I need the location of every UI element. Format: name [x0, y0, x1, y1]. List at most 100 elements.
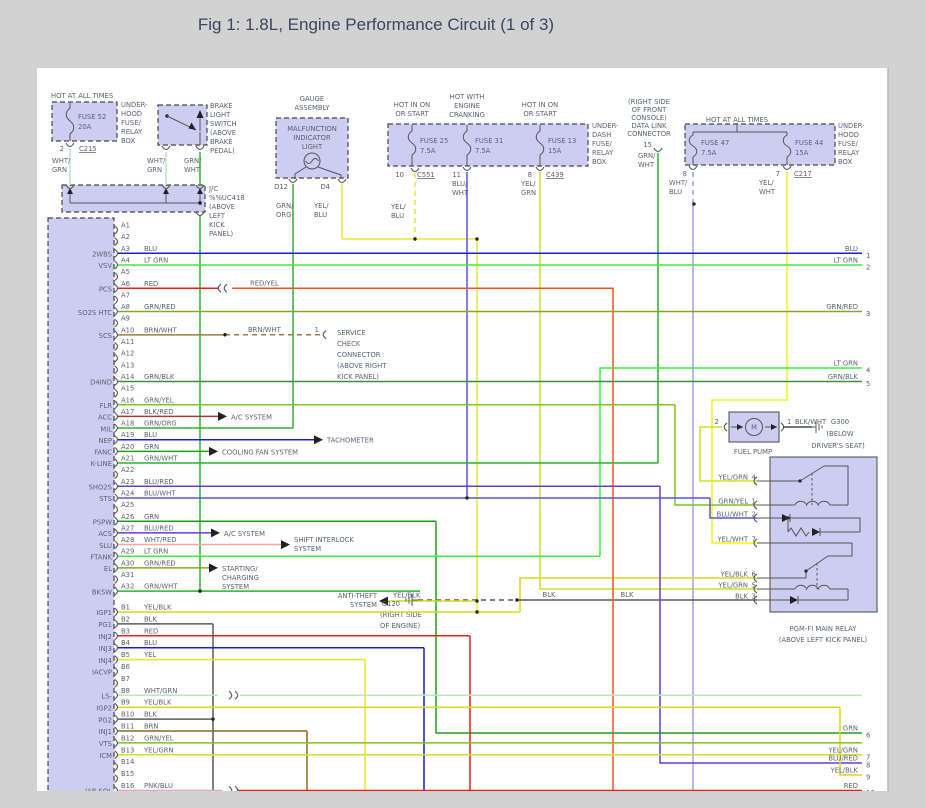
exit-number: 6	[866, 732, 870, 740]
fuse44-amps: 15A	[795, 149, 809, 157]
shift-interlock-label: SHIFT INTERLOCK	[294, 536, 354, 544]
fuse52-name: FUSE 52	[78, 113, 106, 121]
junction-dot	[198, 201, 201, 204]
exit-number: 2	[866, 263, 870, 271]
wire-color-label: BLK	[144, 615, 157, 623]
junction-dot	[475, 599, 478, 602]
underdash-box-label: UNDER-	[592, 122, 619, 130]
pin-id: A16	[121, 396, 134, 404]
pin-signal-label: 2WBS	[92, 251, 112, 259]
wire-color-label: GRN/RED	[144, 303, 176, 311]
anti-theft-label: SYSTEM	[350, 601, 377, 609]
pin-id: B5	[121, 651, 130, 659]
pin-id: A24	[121, 489, 134, 497]
exit-wire-color: RED	[844, 782, 858, 790]
exit-number: 5	[866, 380, 870, 388]
fuse47-name: FUSE 47	[701, 139, 729, 147]
exit-wire-color: GRN/RED	[826, 303, 858, 311]
relay-pin-color: BLU/WHT	[717, 511, 749, 519]
exit-wire-color: GRN/BLK	[828, 373, 859, 381]
fuse52-amps: 20A	[78, 123, 92, 131]
brake-switch-label: LIGHT	[210, 111, 231, 119]
jc-label: (ABOVE	[209, 203, 235, 211]
service-check-label: (ABOVE RIGHT	[337, 362, 387, 370]
dlc-label: (RIGHT SIDE	[628, 98, 670, 106]
pin-signal-label: PCS	[99, 285, 112, 293]
pump-pin-1: 1	[787, 418, 791, 426]
underhood-box-label: BOX	[838, 158, 852, 166]
hot-label: ENGINE	[454, 102, 480, 110]
pin-signal-label: BKSW	[92, 588, 112, 596]
fuse52-box	[52, 102, 117, 141]
exit-wire-color: LT GRN	[834, 256, 858, 264]
pin-signal-label: INJ3	[99, 645, 112, 653]
pin-signal-label: FANC	[94, 449, 112, 457]
pin-signal-label: SLU	[99, 542, 112, 550]
pin-id: A22	[121, 466, 134, 474]
hot-label: HOT IN ON	[522, 101, 558, 109]
tachometer-label: TACHOMETER	[326, 437, 374, 445]
hot-label: HOT IN ON	[394, 101, 430, 109]
wire-color-label: BLU/RED	[144, 478, 174, 486]
wire-color-label: LT GRN	[144, 256, 168, 264]
underdash-box-label: RELAY	[592, 149, 614, 157]
fuse13-pin: 8	[528, 171, 532, 179]
service-check-label: SERVICE	[337, 329, 366, 337]
wire-label: YEL/	[313, 202, 329, 210]
mil-label: LIGHT	[302, 143, 323, 151]
wire-label: YEL/	[758, 179, 774, 187]
pin-id: A26	[121, 513, 134, 521]
anti-theft-label: ANTI-THEFT	[338, 592, 378, 600]
pin-id: B16	[121, 782, 134, 790]
pin-id: A12	[121, 350, 134, 358]
wire-color-label: GRN/WHT	[144, 583, 178, 591]
service-check-label: KICK PANEL)	[337, 373, 379, 381]
wiring-diagram: Fig 1: 1.8L, Engine Performance Circuit …	[0, 0, 926, 808]
junction-dot	[223, 333, 226, 336]
pin-signal-label: IACVP	[92, 669, 112, 677]
wire-label: WHT	[184, 166, 201, 174]
ac-system-label: A/C SYSTEM	[224, 530, 265, 538]
pin-signal-label: NEP	[99, 437, 112, 445]
brake-switch-label: (ABOVE	[210, 129, 236, 137]
pin-id: A13	[121, 361, 134, 369]
connector-ref-c439: C439	[546, 171, 564, 179]
wire-label: GRN/	[184, 157, 202, 165]
pin-signal-label: IGP2	[96, 704, 112, 712]
relay-pin-color: YEL/BLK	[720, 571, 749, 579]
pin-id: A6	[121, 280, 130, 288]
fuse47-amps: 7.5A	[701, 149, 717, 157]
pin-id: A25	[121, 501, 134, 509]
underdash-box-label: FUSE/	[592, 140, 612, 148]
fuse25-pin: 10	[395, 171, 404, 179]
gauge-pin-d12: D12	[274, 183, 288, 191]
brake-switch-label: BRAKE	[210, 138, 233, 146]
fuse25-amps: 7.5A	[420, 147, 436, 155]
pin-signal-label: LS-	[101, 693, 112, 701]
fuse25-name: FUSE 25	[420, 137, 448, 145]
wire-label: WHT	[638, 161, 655, 169]
pin-id: A8	[121, 303, 130, 311]
pin-id: A1	[121, 222, 130, 230]
pin-signal-label: MIL	[100, 425, 112, 433]
wire-label: GRN/	[276, 202, 294, 210]
pin-signal-label: FLR	[100, 402, 113, 410]
cooling-fan-label: COOLING FAN SYSTEM	[222, 448, 298, 456]
exit-wire-color: YEL/GRN	[827, 746, 858, 754]
g300-location: DRIVER'S SEAT)	[811, 442, 865, 450]
fuse52-pin: 2	[60, 145, 64, 153]
relay-name: PGM-FI MAIN RELAY	[790, 625, 858, 633]
wire-label: GRN	[147, 166, 162, 174]
underdash-box-label: DASH	[592, 131, 611, 139]
junction-dot	[475, 237, 478, 240]
pin-id: B11	[121, 723, 134, 731]
wire-label: BLU	[391, 212, 404, 220]
g300-label: G300	[831, 418, 849, 426]
underdash-fuse-box	[388, 124, 588, 166]
pin-signal-label: INJ1	[99, 728, 112, 736]
wire-label: BLU	[314, 211, 327, 219]
wire-color-label: BLK	[144, 711, 157, 719]
relay-pin-color: GRN/YEL	[718, 498, 748, 506]
junction-dot	[475, 610, 478, 613]
mil-label: MALFUNCTION	[287, 125, 337, 133]
